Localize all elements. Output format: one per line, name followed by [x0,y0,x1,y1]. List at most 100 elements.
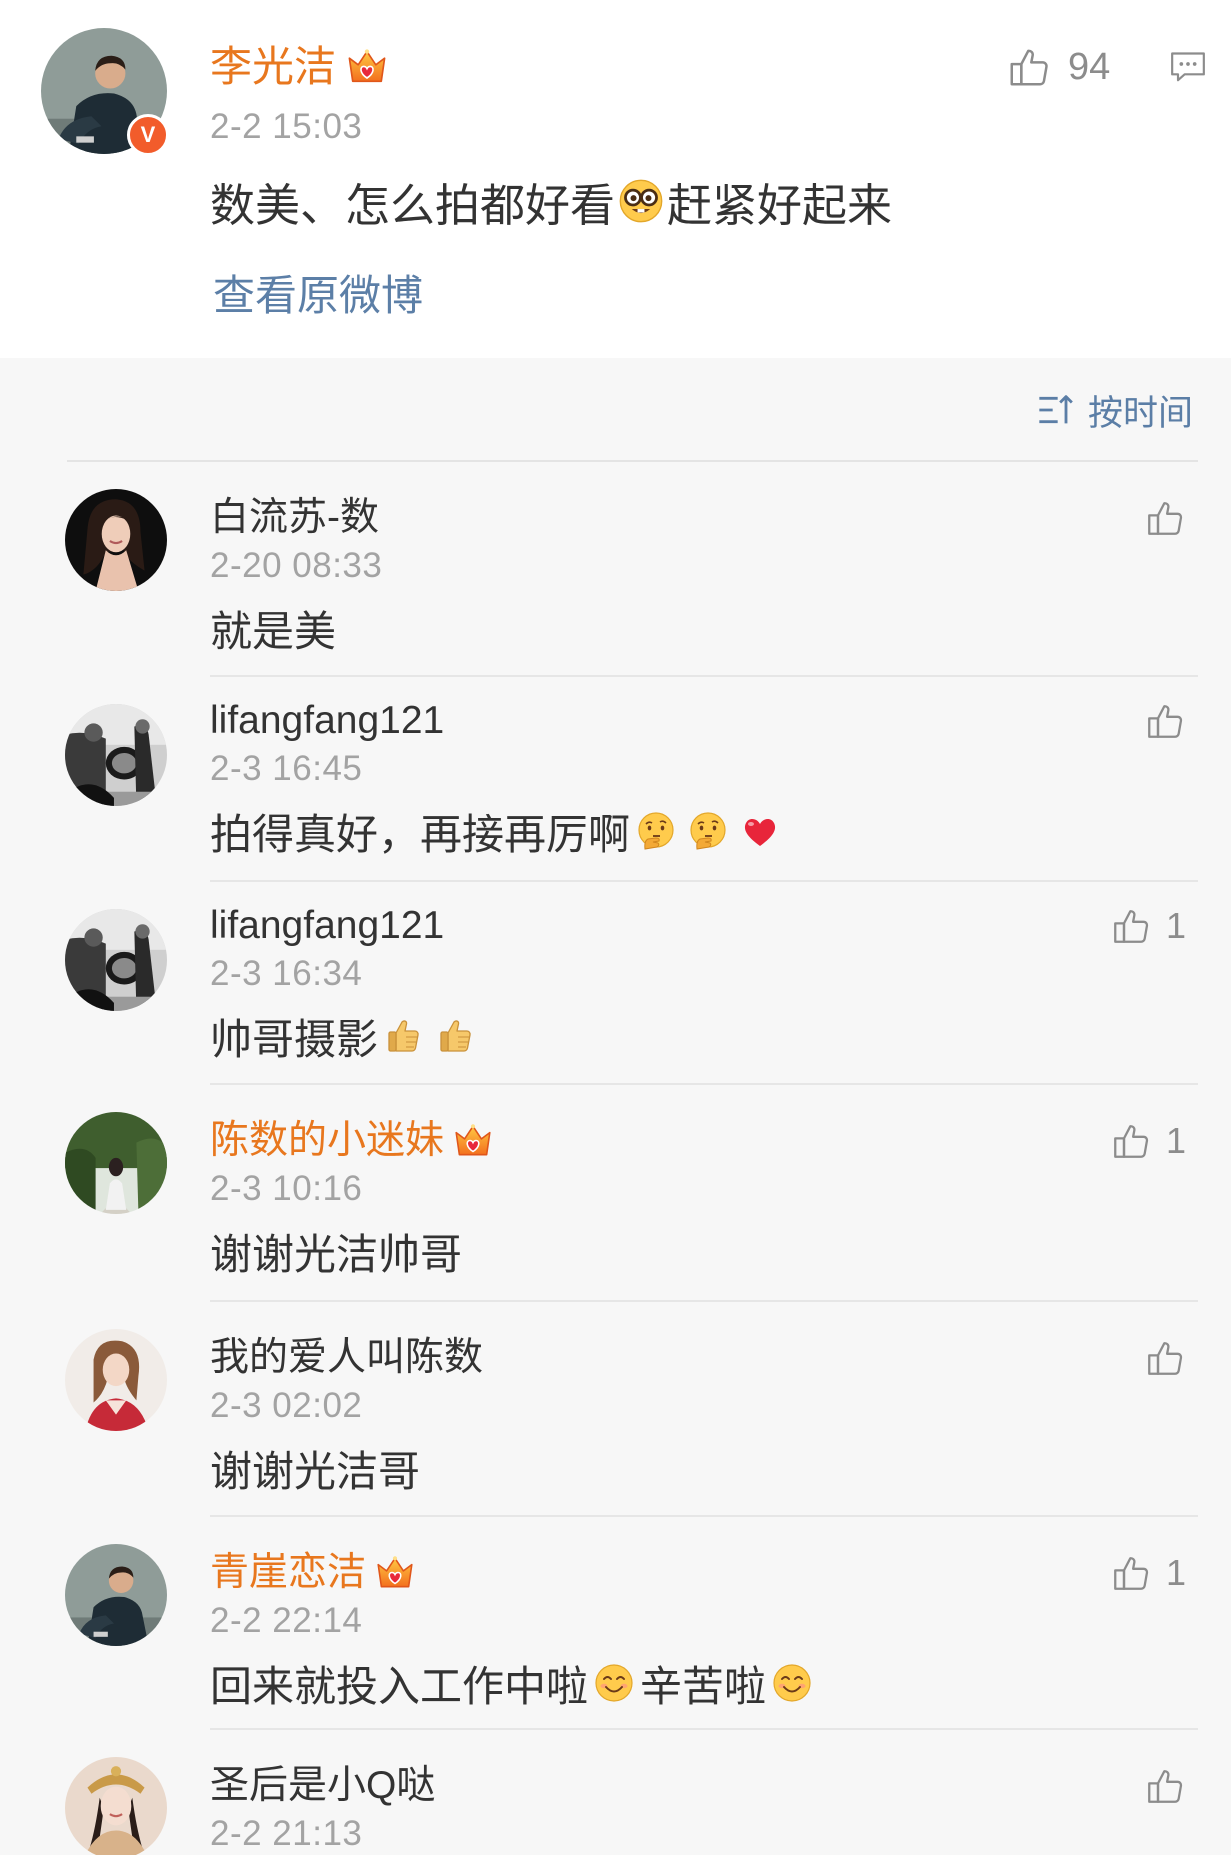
comment-button[interactable] [1168,46,1208,86]
avatar[interactable] [65,909,167,1011]
post-author-name[interactable]: 李光洁 [210,40,336,94]
comment-text-segment: 谢谢光洁帅哥 [210,1230,463,1278]
thumbs-up-icon [1110,1120,1152,1162]
crown-icon[interactable] [345,45,389,89]
avatar-image [65,1757,167,1855]
comment-author-name[interactable]: 我的爱人叫陈数 [210,1333,483,1383]
comment-timestamp: 2-3 02:02 [210,1386,363,1425]
post-text-segment: 数美、怎么拍都好看 [210,179,616,231]
comment-item[interactable]: 青崖恋洁 2-2 22:14 回来就投入工作中啦 辛苦啦 1 [0,1517,1231,1730]
thumbs-up-icon [1144,1337,1186,1379]
comment-author-name[interactable]: 陈数的小迷妹 [210,1116,444,1166]
avatar-image [65,1329,167,1431]
thumbs-up-emoji [384,1016,424,1056]
avatar[interactable] [65,704,167,806]
comment-like-button[interactable] [1144,1765,1186,1807]
comment-item[interactable]: 我的爱人叫陈数 2-3 02:02 谢谢光洁哥 [0,1302,1231,1517]
comment-author-name[interactable]: 圣后是小Q哒 [210,1761,435,1811]
comment-body: 我的爱人叫陈数 2-3 02:02 谢谢光洁哥 [210,1333,1231,1499]
avatar-image [65,704,167,806]
comment-like-button[interactable]: 1 [1110,1552,1186,1594]
comment-text-segment: 拍得真好，再接再厉啊 [210,810,631,858]
thumbs-up-icon [1110,905,1152,947]
smile-emoji [594,1663,634,1703]
thumbs-up-icon [1144,497,1186,539]
avatar[interactable] [65,1544,167,1646]
post-like-button[interactable]: 94 [1006,44,1110,90]
post-like-count: 94 [1068,45,1111,88]
avatar-image [65,909,167,1011]
comment-body: lifangfang121 2-3 16:45 拍得真好，再接再厉啊 [210,696,1231,862]
comment-text: 谢谢光洁帅哥 [210,1220,1231,1282]
comment-author-name[interactable]: lifangfang121 [210,901,444,951]
comment-like-button[interactable]: 1 [1110,1120,1186,1162]
comment-author-row: 白流苏-数 [210,493,1231,543]
comment-icon [1168,46,1208,86]
comment-text: 帅哥摄影 [210,1005,1231,1067]
comment-text-segment: 帅哥摄影 [210,1015,379,1063]
comment-like-button[interactable] [1144,700,1186,742]
comment-author-row: lifangfang121 [210,696,1231,746]
avatar[interactable] [65,1112,167,1214]
comment-body: 陈数的小迷妹 2-3 10:16 谢谢光洁帅哥 1 [210,1116,1231,1282]
comment-item[interactable]: 白流苏-数 2-20 08:33 就是美 [0,462,1231,677]
comment-timestamp: 2-3 16:34 [210,954,363,993]
comment-like-button[interactable]: 1 [1110,905,1186,947]
sort-label: 按时间 [1088,393,1194,433]
comment-author-row: 我的爱人叫陈数 [210,1333,1231,1383]
comment-body: 青崖恋洁 2-2 22:14 回来就投入工作中啦 辛苦啦 1 [210,1548,1231,1714]
comment-timestamp: 2-2 22:14 [210,1601,363,1640]
comment-author-name[interactable]: 白流苏-数 [210,493,379,543]
comment-item[interactable]: 圣后是小Q哒 2-2 21:13 [0,1730,1231,1855]
heart-emoji [740,811,780,851]
comment-item[interactable]: lifangfang121 2-3 16:45 拍得真好，再接再厉啊 [0,677,1231,882]
avatar[interactable] [65,489,167,591]
post-text-segment: 赶紧好起来 [667,179,893,231]
comment-like-button[interactable] [1144,497,1186,539]
comment-body: lifangfang121 2-3 16:34 帅哥摄影 1 [210,901,1231,1067]
comment-like-count: 1 [1165,905,1186,946]
comment-item[interactable]: 陈数的小迷妹 2-3 10:16 谢谢光洁帅哥 1 [0,1085,1231,1302]
comment-author-name[interactable]: 青崖恋洁 [210,1548,366,1598]
comment-timestamp: 2-2 21:13 [210,1814,363,1853]
comment-body: 白流苏-数 2-20 08:33 就是美 [210,493,1231,659]
sort-toggle[interactable]: 按时间 [1036,386,1193,434]
comment-text: 回来就投入工作中啦 辛苦啦 [210,1652,1231,1714]
comment-timestamp: 2-20 08:33 [210,546,383,585]
comment-text-segment: 就是美 [210,607,337,655]
crown-icon[interactable] [374,1552,416,1594]
comment-author-row: 陈数的小迷妹 [210,1116,1231,1166]
thumbs-up-icon [1110,1552,1152,1594]
comment-author-row: 圣后是小Q哒 [210,1761,1231,1811]
comment-list: 白流苏-数 2-20 08:33 就是美 lifangfang121 2-3 1… [0,462,1231,1855]
thinking-emoji [636,811,676,851]
thinking-emoji [688,811,728,851]
comment-body: 圣后是小Q哒 2-2 21:13 [210,1761,1231,1855]
comment-text-segment: 谢谢光洁哥 [210,1447,421,1495]
post-card: V 李光洁 2-2 15:03 数美、怎么拍都好看 赶紧好起来 查看原微博 94 [0,0,1231,358]
comment-text: 谢谢光洁哥 [210,1437,1231,1499]
comment-like-count: 1 [1165,1120,1186,1161]
comment-like-button[interactable] [1144,1337,1186,1379]
comment-author-name[interactable]: lifangfang121 [210,696,444,746]
thumbs-up-icon [1144,1765,1186,1807]
view-original-link[interactable]: 查看原微博 [213,269,423,323]
avatar-image [65,1112,167,1214]
comment-timestamp: 2-3 10:16 [210,1169,363,1208]
crown-icon[interactable] [452,1120,494,1162]
nerd-face-emoji [618,178,664,224]
avatar[interactable] [65,1329,167,1431]
comment-author-row: lifangfang121 [210,901,1231,951]
comment-text: 就是美 [210,597,1231,659]
comment-text: 拍得真好，再接再厉啊 [210,800,1231,862]
comment-text-segment: 辛苦啦 [640,1662,767,1710]
post-content: 数美、怎么拍都好看 赶紧好起来 [210,171,892,231]
thumbs-up-icon [1144,700,1186,742]
comment-text-segment: 回来就投入工作中啦 [210,1662,589,1710]
avatar[interactable] [65,1757,167,1855]
comment-item[interactable]: lifangfang121 2-3 16:34 帅哥摄影 1 [0,882,1231,1085]
thumbs-up-emoji [436,1016,476,1056]
comment-timestamp: 2-3 16:45 [210,749,363,788]
post-author-row: 李光洁 [210,40,389,94]
smile-emoji [772,1663,812,1703]
